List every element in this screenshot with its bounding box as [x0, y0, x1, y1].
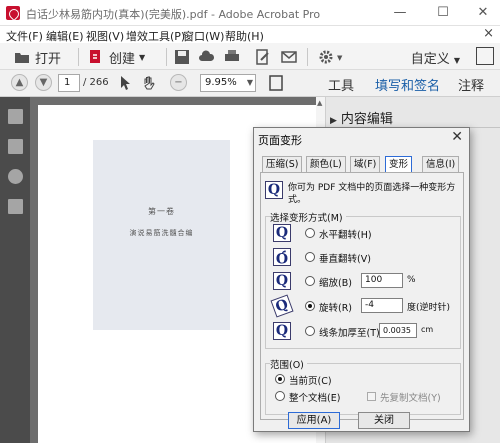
scale-field[interactable]: 100	[361, 273, 403, 288]
transform-panel: Q 你可为 PDF 文档中的页面选择一种变形方式。 选择变形方式(M) Q 水平…	[260, 172, 464, 420]
main-toolbar: 打开 创建 ▼ ▼ 自定义 ▼	[0, 43, 500, 70]
next-page-icon[interactable]: ▼	[35, 74, 52, 91]
transform-description: 你可为 PDF 文档中的页面选择一种变形方式。	[288, 183, 456, 205]
menu-bar: 文件(F) 编辑(E) 视图(V) 增效工具(P) 窗口(W) 帮助(H) ×	[0, 26, 500, 43]
bookmarks-icon[interactable]	[8, 139, 23, 154]
menu-edit[interactable]: 编辑(E)	[46, 28, 84, 44]
gear-icon[interactable]	[318, 49, 334, 65]
save-icon[interactable]	[174, 49, 190, 65]
left-navigation-pane	[0, 97, 30, 443]
entire-document-label: 整个文档(E)	[289, 393, 341, 404]
scroll-up-icon[interactable]: ▲	[317, 99, 322, 107]
menu-plugins[interactable]: 增效工具(P)	[126, 28, 185, 44]
line-thickness-unit: cm	[421, 325, 434, 334]
close-button[interactable]: 关闭	[358, 412, 410, 429]
select-cursor-icon[interactable]	[118, 75, 134, 91]
current-page-radio[interactable]	[275, 374, 285, 384]
chevron-down-icon: ▼	[139, 52, 146, 62]
rotate-degrees-field[interactable]: -4	[361, 298, 403, 313]
flip-horizontal-radio[interactable]	[305, 228, 315, 238]
menu-view[interactable]: 视图(V)	[86, 28, 124, 44]
dialog-close-icon[interactable]: ✕	[451, 129, 463, 145]
copy-first-label: 先复制文档(Y)	[380, 393, 441, 404]
tab-comment[interactable]: 注释	[458, 75, 484, 94]
apply-button[interactable]: 应用(A)	[288, 412, 340, 429]
tab-color[interactable]: 颜色(L)	[306, 156, 346, 172]
email-icon[interactable]	[281, 49, 297, 65]
cloud-upload-icon[interactable]	[199, 49, 215, 65]
tab-info[interactable]: 信息(I)	[422, 156, 460, 172]
print-icon[interactable]	[224, 49, 240, 65]
tab-compress[interactable]: 压缩(S)	[262, 156, 303, 172]
page-number-input[interactable]: 1	[58, 74, 80, 92]
navigation-toolbar: ▲ ▼ 1 / 266 − 9.95% ▼ 工具 填写和签名 注释	[0, 70, 500, 97]
transform-info-icon: Q	[265, 181, 283, 199]
scale-radio[interactable]	[305, 276, 315, 286]
signatures-icon[interactable]	[8, 199, 23, 214]
scale-unit: %	[407, 275, 416, 285]
copy-first-checkbox[interactable]	[367, 392, 376, 401]
transform-group-label: 选择变形方式(M)	[270, 210, 346, 224]
open-button[interactable]: 打开	[14, 47, 61, 67]
open-label: 打开	[35, 51, 62, 67]
flip-vertical-radio[interactable]	[305, 252, 315, 262]
hand-tool-icon[interactable]	[141, 75, 157, 91]
tab-fill-and-sign[interactable]: 填写和签名	[375, 75, 440, 94]
scanned-page-image: 第一卷 演说易筋洗髓合编	[93, 140, 230, 330]
thicken-lines-icon: Q	[273, 322, 291, 340]
dialog-title: 页面变形	[258, 134, 302, 147]
page-total: / 266	[83, 77, 109, 88]
create-pdf-icon	[90, 50, 100, 63]
page-thumbnails-icon[interactable]	[8, 109, 23, 124]
flip-vertical-icon: Q	[273, 248, 291, 266]
title-bar: 白话少林易筋内功(真本)(完美版).pdf - Adobe Acrobat Pr…	[0, 0, 500, 26]
thicken-lines-label: 线条加厚至(T)	[319, 328, 380, 339]
create-button[interactable]: 创建 ▼	[88, 47, 145, 67]
thicken-lines-radio[interactable]	[305, 326, 315, 336]
zoom-dropdown-icon: ▼	[246, 78, 253, 87]
range-group-label: 范围(O)	[270, 357, 307, 371]
tab-transform[interactable]: 变形	[385, 156, 413, 173]
tab-fields[interactable]: 域(F)	[350, 156, 381, 172]
customize-dropdown[interactable]: 自定义 ▼	[411, 48, 460, 67]
zoom-out-icon[interactable]: −	[170, 74, 187, 91]
tab-tools[interactable]: 工具	[328, 75, 354, 94]
maximize-button[interactable]: ☐	[428, 2, 458, 24]
previous-page-icon[interactable]: ▲	[11, 74, 28, 91]
fit-page-icon[interactable]	[268, 75, 284, 91]
rotate-label: 旋转(R)	[319, 303, 353, 314]
scale-icon: Q	[273, 272, 291, 290]
scale-label: 缩放(B)	[319, 278, 352, 289]
minimize-button[interactable]: —	[385, 2, 415, 24]
flip-horizontal-icon: Q	[273, 224, 291, 242]
expand-triangle-icon: ▶	[330, 116, 337, 126]
current-page-label: 当前页(C)	[289, 376, 332, 387]
settings-chevron-icon[interactable]: ▼	[337, 54, 342, 62]
edit-document-icon[interactable]	[255, 49, 271, 65]
folder-icon	[15, 53, 29, 63]
page-transform-dialog: 页面变形 ✕ 压缩(S) 颜色(L) 域(F) 变形 信息(I) Q 你可为 P…	[253, 127, 470, 432]
create-label: 创建	[109, 51, 136, 67]
close-window-button[interactable]: ✕	[468, 2, 498, 24]
menu-window[interactable]: 窗口(W)	[183, 28, 224, 44]
menu-file[interactable]: 文件(F)	[6, 28, 43, 44]
menu-help[interactable]: 帮助(H)	[225, 28, 264, 44]
rotate-unit: 度(逆时针)	[407, 303, 451, 313]
close-document-icon[interactable]: ×	[483, 26, 494, 41]
line-thickness-field[interactable]: 0.0035	[379, 323, 417, 338]
content-editing-panel-header[interactable]: ▶ 内容编辑	[330, 108, 393, 127]
attachments-icon[interactable]	[8, 169, 23, 184]
window-title: 白话少林易筋内功(真本)(完美版).pdf - Adobe Acrobat Pr…	[26, 8, 321, 21]
rotate-radio[interactable]	[305, 301, 315, 311]
scan-title: 第一卷	[148, 207, 175, 216]
entire-document-radio[interactable]	[275, 391, 285, 401]
flip-horizontal-label: 水平翻转(H)	[319, 230, 372, 241]
expand-icon[interactable]	[476, 47, 494, 65]
scan-subtitle: 演说易筋洗髓合编	[129, 229, 194, 237]
acrobat-logo-icon	[6, 6, 20, 20]
flip-vertical-label: 垂直翻转(V)	[319, 254, 371, 265]
zoom-input[interactable]: 9.95% ▼	[200, 74, 256, 92]
